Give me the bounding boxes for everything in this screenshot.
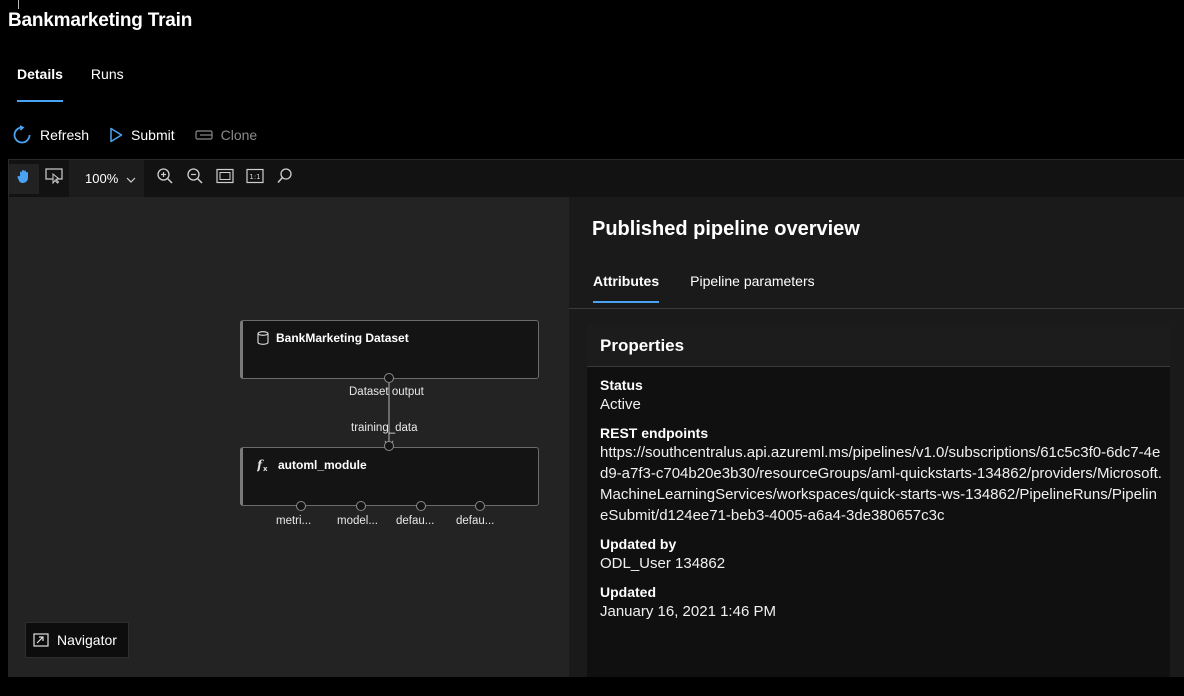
select-pointer-icon [45,168,63,189]
properties-card: Properties Status Active REST endpoints … [587,325,1170,677]
output-port-metrics[interactable] [296,501,306,511]
refresh-button[interactable]: Refresh [12,123,89,147]
updated-by-label: Updated by [600,536,677,552]
clone-icon [195,129,213,141]
chevron-down-icon [126,171,136,186]
command-bar: Refresh Submit Clone [12,123,277,147]
output-port-default-1[interactable] [416,501,426,511]
tab-pipeline-parameters[interactable]: Pipeline parameters [690,273,815,303]
clone-label: Clone [220,127,258,143]
dataset-module-label: BankMarketing Dataset [276,331,409,345]
zoom-dropdown[interactable]: 100% [69,159,145,198]
dataset-module[interactable]: BankMarketing Dataset [240,320,539,379]
page-tabs: Details Runs [17,66,152,102]
output-port-default-2[interactable] [475,501,485,511]
training-data-port[interactable] [384,441,394,451]
zoom-out-icon [186,167,204,190]
automl-module[interactable]: fx automl_module [240,447,539,506]
actual-size-icon: 1:1 [246,168,264,189]
output-port-label: model... [337,515,378,527]
svg-text:x: x [263,465,268,472]
database-icon [257,331,269,345]
submit-button[interactable]: Submit [109,123,175,147]
output-port-label: defau... [456,515,495,527]
page-title: Bankmarketing Train [8,10,193,31]
tab-details[interactable]: Details [17,66,63,102]
zoom-in-icon [156,167,174,190]
svg-text:1:1: 1:1 [250,173,261,181]
fit-to-screen-button[interactable] [210,164,240,194]
pan-hand-button[interactable] [9,163,39,194]
updated-value: January 16, 2021 1:46 PM [600,603,776,620]
zoom-out-button[interactable] [180,164,210,194]
rest-endpoints-label: REST endpoints [600,425,709,441]
status-value: Active [600,396,641,413]
pipeline-canvas[interactable]: BankMarketing Dataset Dataset output tra… [8,197,569,677]
zoom-value: 100% [85,171,119,186]
pan-hand-icon [16,168,32,189]
navigator-label: Navigator [57,632,117,648]
training-data-label: training_data [351,422,418,434]
navigator-icon [33,633,49,647]
pipeline-overview-panel: Published pipeline overview Attributes P… [569,197,1184,677]
automl-module-label: automl_module [278,458,367,472]
dataset-output-port[interactable] [384,373,394,383]
search-icon [276,167,294,190]
function-icon: fx [257,458,271,472]
tab-runs[interactable]: Runs [91,66,124,102]
properties-heading: Properties [587,325,1170,367]
select-pointer-button[interactable] [39,164,69,194]
panel-title: Published pipeline overview [592,218,860,240]
rest-endpoint-url[interactable]: https://southcentralus.api.azureml.ms/pi… [600,442,1165,526]
bottom-strip [0,677,1184,696]
navigator-button[interactable]: Navigator [25,622,129,658]
output-port-label: metri... [276,515,312,527]
refresh-icon [12,125,32,145]
updated-by-value: ODL_User 134862 [600,555,726,572]
panel-tabs: Attributes Pipeline parameters [593,273,846,303]
updated-label: Updated [600,584,656,600]
connector-edge [384,383,394,449]
zoom-in-button[interactable] [150,164,180,194]
divider [569,308,1184,309]
play-icon [109,127,123,143]
output-port-label: defau... [396,515,435,527]
dataset-module-title: BankMarketing Dataset [257,331,409,345]
search-button[interactable] [270,164,300,194]
refresh-label: Refresh [40,127,90,143]
tab-attributes[interactable]: Attributes [593,273,660,303]
text-cursor [18,0,19,9]
clone-button[interactable]: Clone [195,123,258,147]
actual-size-button[interactable]: 1:1 [240,164,270,194]
submit-label: Submit [131,127,175,143]
fit-to-screen-icon [216,168,234,189]
automl-module-title: fx automl_module [257,458,367,472]
output-port-model[interactable] [356,501,366,511]
canvas-toolbar: 100% 1:1 [8,159,1184,198]
dataset-output-label: Dataset output [349,386,424,398]
status-label: Status [600,377,643,393]
